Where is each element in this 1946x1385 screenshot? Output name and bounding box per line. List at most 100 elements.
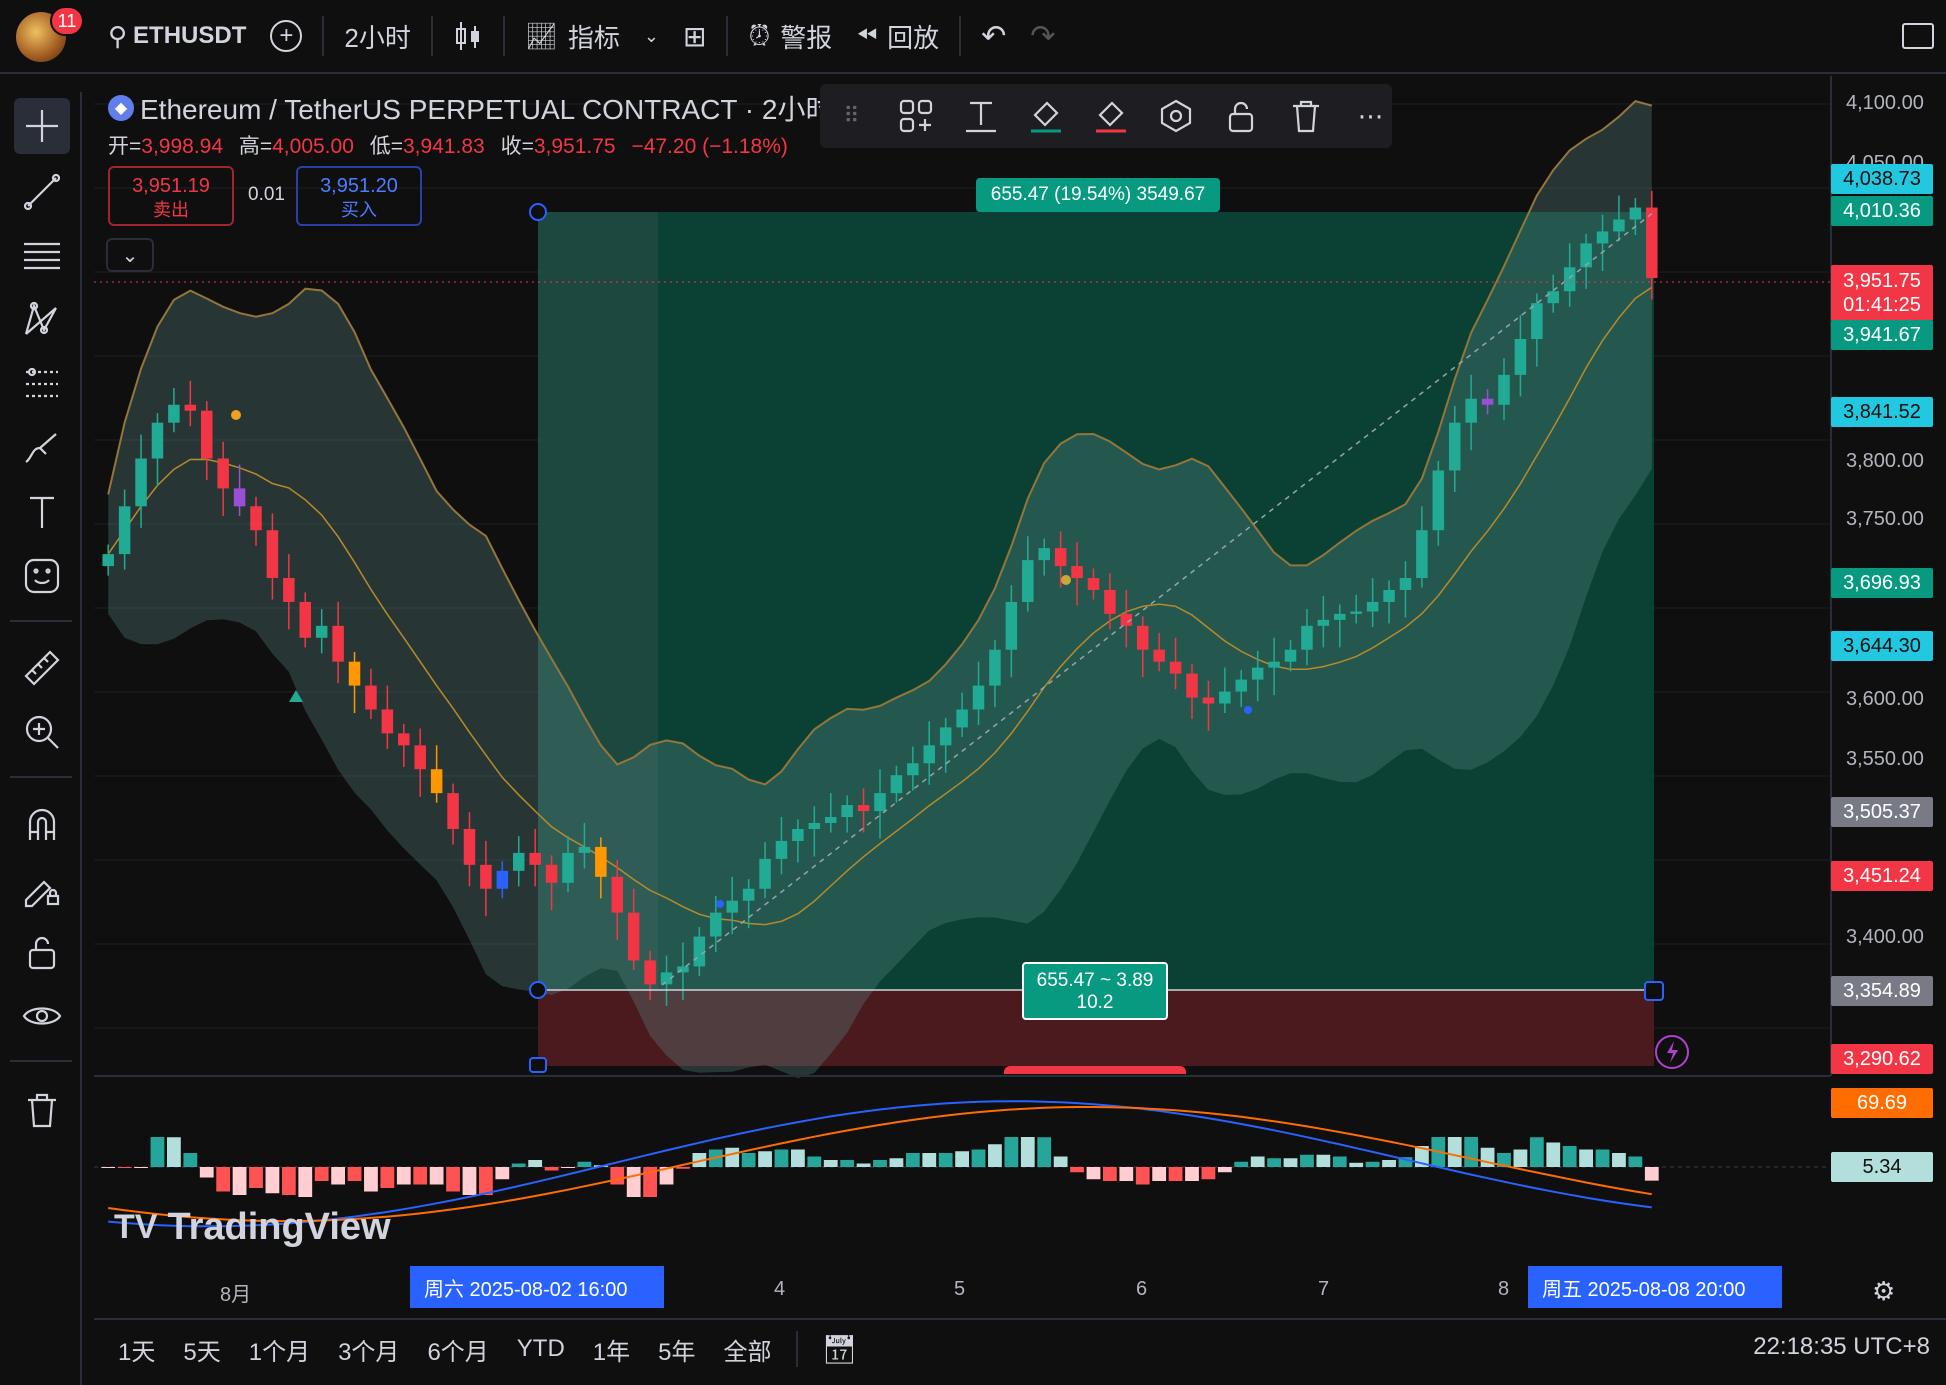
more-dots-icon: ⋯ [1357, 100, 1384, 131]
candle-body [315, 625, 328, 638]
macd-bar [1513, 1149, 1528, 1167]
delete-button[interactable] [1284, 94, 1327, 138]
loss-color-button[interactable] [1090, 94, 1133, 138]
candle-body [1481, 398, 1494, 405]
measure-tool[interactable] [14, 640, 70, 696]
range-3m[interactable]: 3个月 [338, 1332, 399, 1367]
settings-button[interactable] [1154, 94, 1197, 138]
marker-dot [1061, 575, 1071, 585]
divider [502, 16, 505, 56]
price-chart[interactable] [0, 0, 1946, 1385]
lock-button[interactable] [1219, 94, 1262, 138]
collapse-legend-button[interactable]: ⌄ [106, 238, 154, 272]
redo-button[interactable]: ↷ [1018, 0, 1067, 73]
macd-bar [1234, 1161, 1249, 1167]
magnet-icon [28, 808, 56, 840]
magnet-tool[interactable] [14, 796, 70, 852]
layouts-button[interactable]: ⊞ [671, 0, 718, 73]
fill-color-button[interactable] [1025, 94, 1068, 138]
symbol-search-button[interactable]: ⚲ ETHUSDT [96, 0, 258, 73]
macd-bar [643, 1167, 658, 1197]
candle-body [283, 578, 295, 602]
pattern-tool[interactable] [14, 292, 70, 348]
macd-bar [922, 1153, 937, 1167]
candle-body [578, 846, 591, 853]
candle-body [562, 852, 574, 883]
lock-all-tool[interactable] [14, 924, 70, 980]
interval-button[interactable]: 2小时 [332, 0, 422, 73]
more-button[interactable]: ⋯ [1349, 94, 1392, 138]
range-ytd[interactable]: YTD [517, 1335, 565, 1363]
macd-bar [134, 1167, 148, 1168]
macd-bar [380, 1167, 395, 1188]
range-5y[interactable]: 5年 [658, 1332, 695, 1367]
macd-bar [1283, 1158, 1298, 1167]
indicators-button[interactable]: 📈︎ 指标 [513, 0, 632, 73]
position-center-label[interactable]: 655.47 ~ 3.89 10.2 [1022, 962, 1168, 1020]
clock[interactable]: 22:18:35 UTC+8 [1753, 1333, 1930, 1361]
ethereum-icon: ◆ [108, 95, 134, 121]
range-5d[interactable]: 5天 [183, 1332, 220, 1367]
template-button[interactable] [895, 94, 938, 138]
buy-button[interactable]: 3,951.20 买入 [296, 166, 422, 226]
replay-label: 回放 [887, 22, 940, 53]
macd-bar [1332, 1156, 1347, 1167]
candle-body [348, 661, 361, 686]
redo-icon: ↷ [1030, 19, 1056, 53]
candle-body [726, 900, 738, 913]
goto-date-button[interactable]: 📅︎ [822, 1333, 858, 1366]
candle-body [1465, 398, 1477, 423]
hide-drawings-tool[interactable] [14, 988, 70, 1044]
macd-bar [478, 1167, 493, 1195]
prediction-tool[interactable] [14, 356, 70, 412]
brush-tool[interactable] [14, 420, 70, 476]
axis-settings-button[interactable]: ⚙ [1872, 1276, 1895, 1307]
macd-bar [1644, 1167, 1659, 1181]
candle-body [200, 410, 213, 459]
range-1d[interactable]: 1天 [118, 1332, 155, 1367]
macd-bar [1152, 1167, 1167, 1181]
candle-body [1120, 613, 1133, 626]
text-color-button[interactable] [960, 94, 1003, 138]
replay-button[interactable]: ⏪︎ 回放 [844, 0, 951, 73]
range-6m[interactable]: 6个月 [427, 1332, 488, 1367]
range-all[interactable]: 全部 [724, 1332, 772, 1367]
candle-body [874, 793, 886, 812]
fullscreen-button[interactable] [1890, 0, 1946, 73]
candle-body [414, 745, 426, 770]
drag-handle[interactable]: ⠿ [830, 94, 873, 138]
time-tick: 7 [1318, 1278, 1330, 1300]
undo-button[interactable]: ↶ [969, 0, 1018, 73]
chart-type-button[interactable] [441, 0, 495, 73]
candle-body [627, 912, 640, 961]
lock-drawings-mode-tool[interactable] [14, 860, 70, 916]
macd-bar [528, 1160, 543, 1167]
macd-bar [610, 1167, 625, 1185]
range-1m[interactable]: 1个月 [249, 1332, 310, 1367]
price-tag-entry: 3,354.89 [1831, 976, 1933, 1006]
candle-body [1219, 691, 1231, 704]
hexagon-settings-icon [1160, 99, 1191, 133]
candle-body [1186, 673, 1198, 698]
alert-label: 警报 [780, 22, 833, 53]
zoom-tool[interactable] [14, 704, 70, 760]
candle-body [1350, 611, 1362, 614]
candle-body [398, 733, 410, 746]
indicators-dropdown[interactable]: ⌄ [632, 0, 671, 73]
macd-bar [692, 1153, 707, 1167]
trendline-tool[interactable] [14, 164, 70, 220]
candle-body [1416, 530, 1428, 579]
text-tool[interactable] [14, 484, 70, 540]
candle-body [1432, 470, 1445, 531]
range-1y[interactable]: 1年 [593, 1332, 630, 1367]
fib-tool[interactable] [14, 228, 70, 284]
low-value: 3,941.83 [402, 135, 485, 158]
sell-button[interactable]: 3,951.19 卖出 [108, 166, 234, 226]
candle-body [1399, 578, 1412, 590]
crosshair-tool[interactable] [14, 98, 70, 154]
add-symbol-button[interactable]: + [258, 0, 314, 73]
remove-drawings-tool[interactable] [14, 1082, 70, 1138]
candle-body [1514, 339, 1527, 375]
icon-tool[interactable] [14, 548, 70, 604]
alert-button[interactable]: ⏰︎ 警报 [736, 0, 844, 73]
